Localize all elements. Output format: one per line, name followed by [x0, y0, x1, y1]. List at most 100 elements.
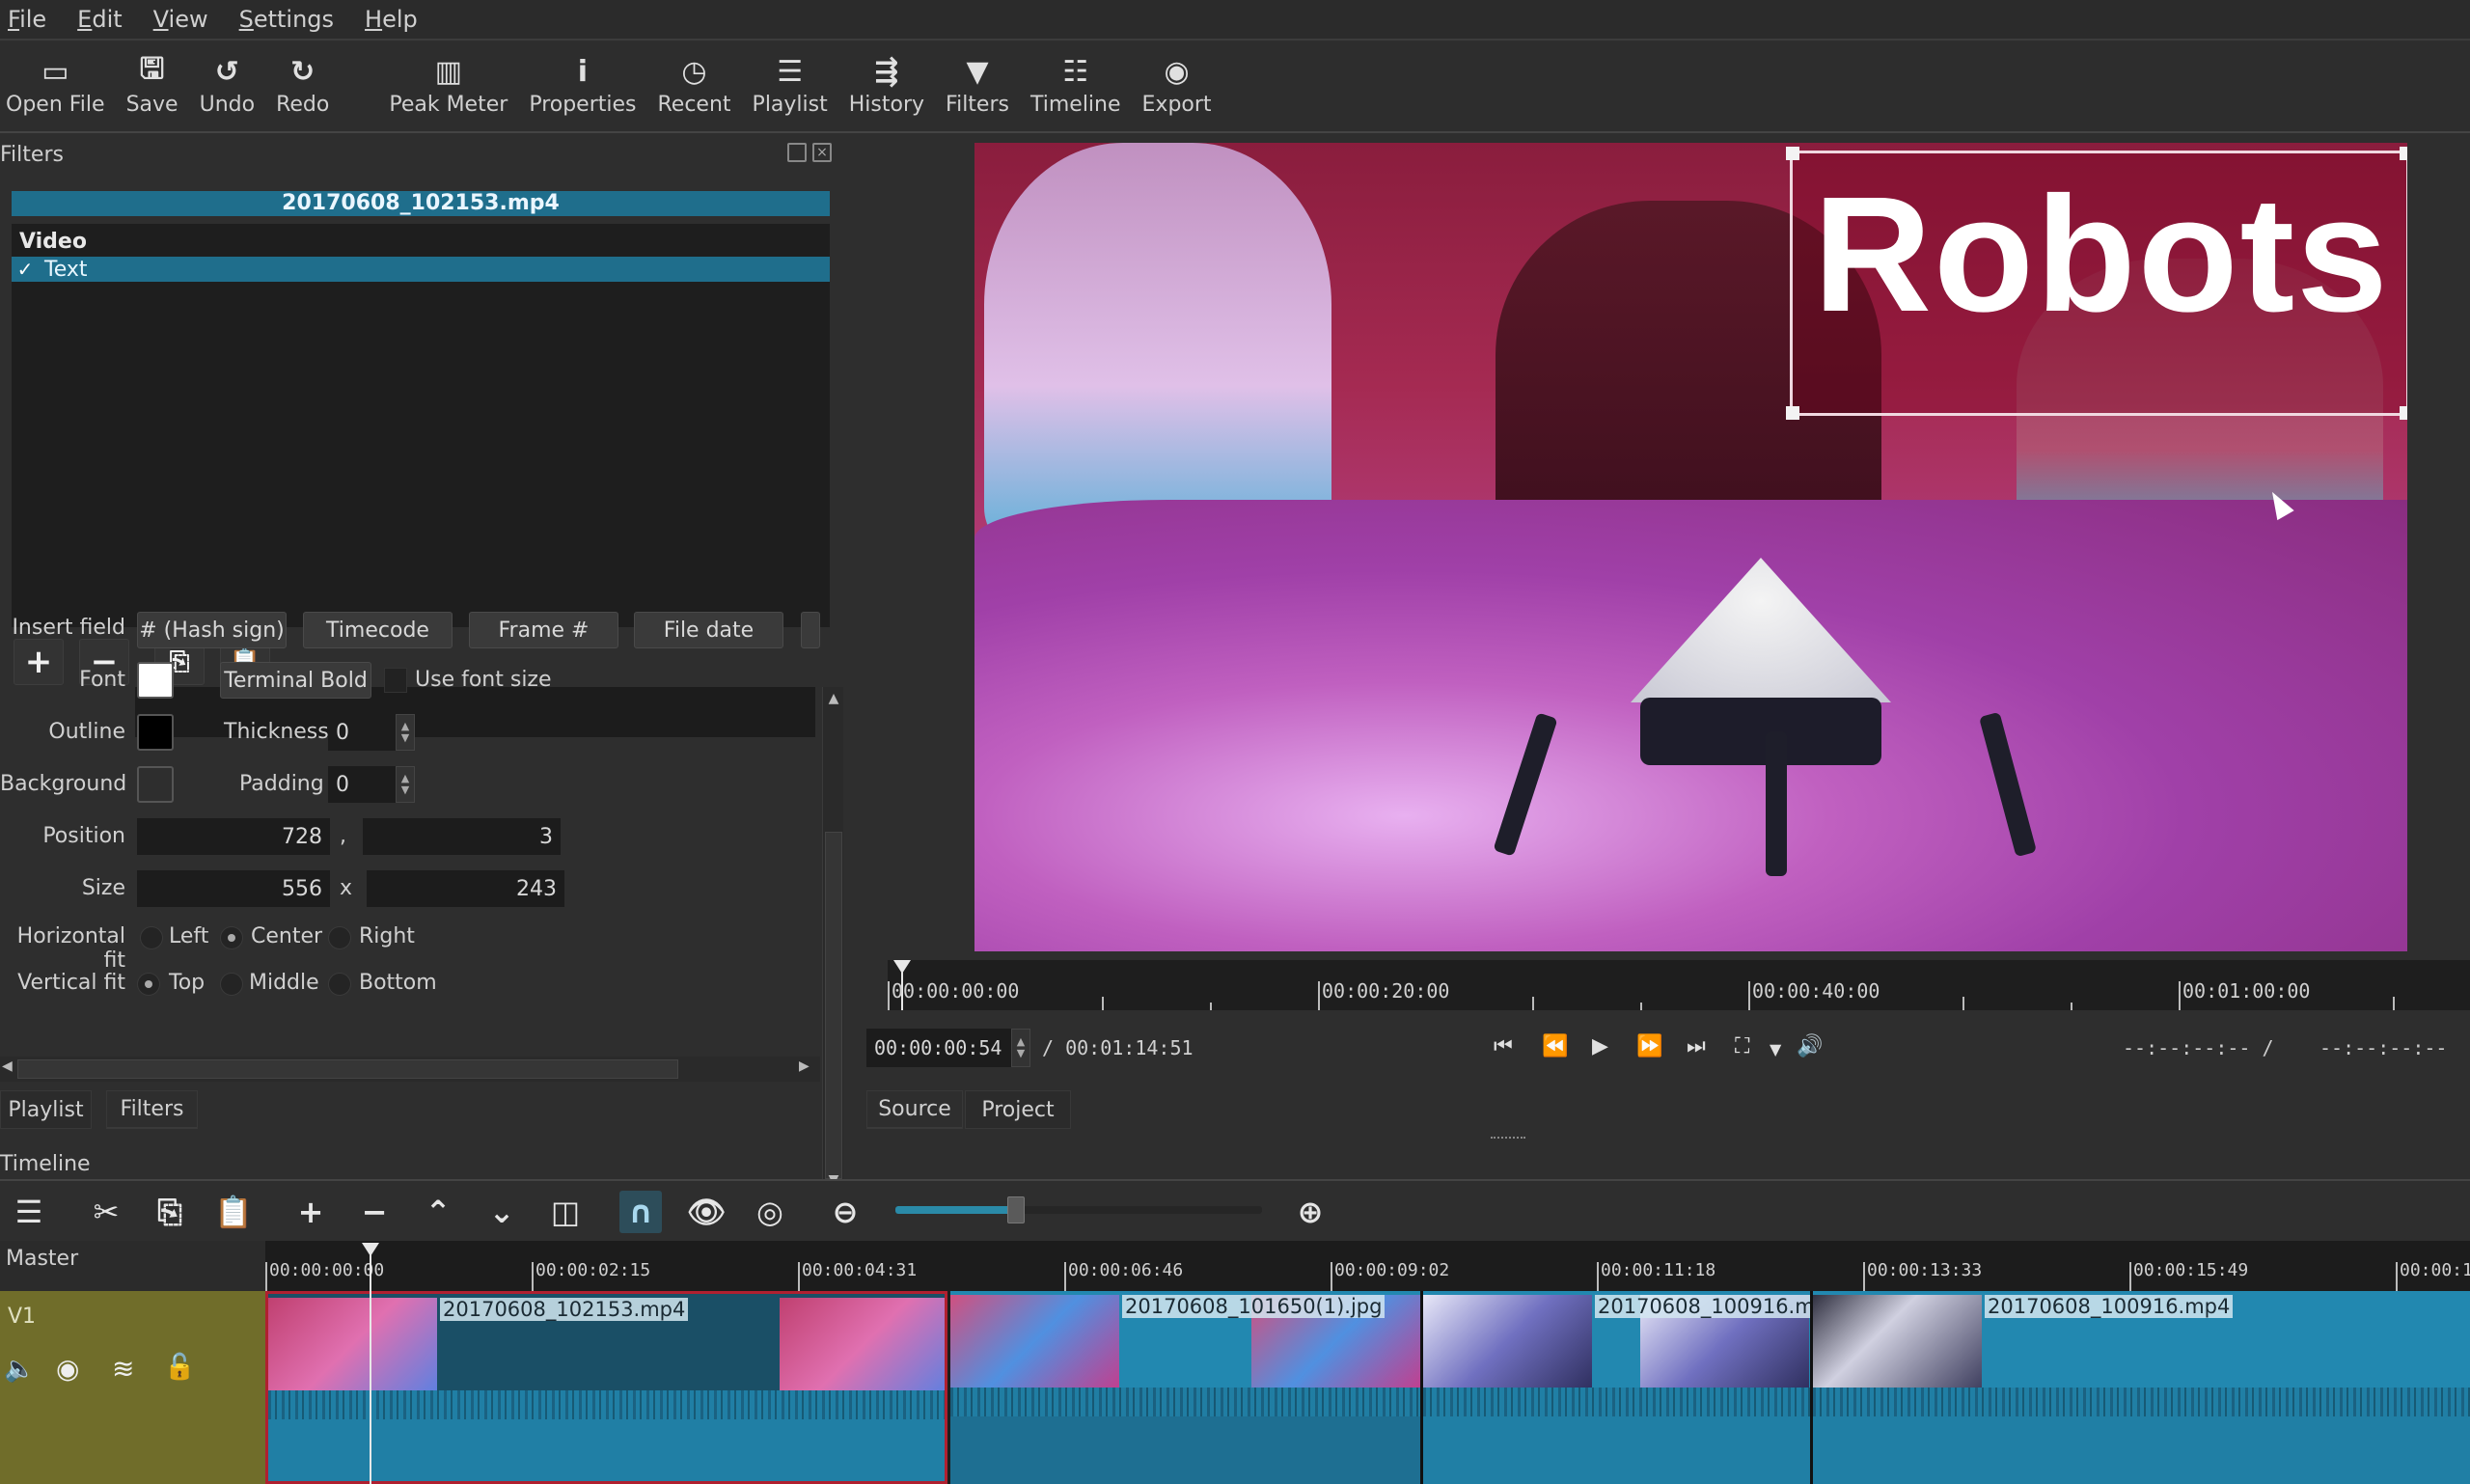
vfit-top-radio[interactable] — [137, 973, 160, 996]
timeline-clip[interactable]: 20170608_101650(1).jpg — [950, 1291, 1423, 1484]
font-color-swatch[interactable] — [137, 662, 174, 699]
properties-button[interactable]: i Properties — [529, 42, 636, 118]
filter-enabled-checkbox[interactable]: ✓ — [12, 258, 39, 281]
insert-frame-button[interactable]: Frame # — [469, 612, 618, 648]
hfit-center-radio[interactable] — [220, 926, 243, 949]
zoom-dropdown-icon[interactable]: ▼ — [1770, 1040, 1781, 1058]
font-select-button[interactable]: Terminal Bold — [220, 662, 371, 699]
menu-view[interactable]: View — [153, 6, 208, 33]
position-y-input[interactable]: 3 — [363, 818, 561, 855]
insert-more-button[interactable] — [801, 612, 820, 648]
split-at-playhead-icon[interactable]: ◫ — [544, 1191, 587, 1233]
export-button[interactable]: ◉ Export — [1142, 42, 1212, 118]
open-file-button[interactable]: ▭ Open File — [6, 42, 105, 118]
lock-icon[interactable]: 🔓 — [164, 1353, 195, 1382]
vfit-middle-radio[interactable] — [220, 973, 243, 996]
timeline-menu-icon[interactable]: ☰ — [8, 1191, 50, 1233]
playlist-button[interactable]: ☰ Playlist — [753, 42, 828, 118]
hfit-left-radio[interactable] — [140, 926, 163, 949]
timeline-playhead[interactable] — [370, 1245, 371, 1484]
thickness-input[interactable]: 0 — [328, 714, 396, 751]
hide-track-icon[interactable]: ◉ — [56, 1353, 79, 1385]
hscroll-thumb[interactable] — [17, 1059, 678, 1079]
zoom-fit-icon[interactable]: ⛶ — [1735, 1034, 1749, 1058]
scrollbar-thumb[interactable] — [825, 832, 842, 1179]
menu-help[interactable]: Help — [365, 6, 418, 33]
viewer-scrubber[interactable]: 00:00:00:00 00:00:20:00 00:00:40:00 00:0… — [888, 960, 2470, 1010]
timeline-ruler[interactable]: 00:00:00:00 00:00:02:15 00:00:04:31 00:0… — [265, 1241, 2470, 1291]
timeline-clip[interactable]: 20170608_100916.mp4 — [1813, 1291, 2470, 1484]
lift-icon[interactable]: ⌃ — [417, 1191, 459, 1233]
current-timecode-input[interactable]: 00:00:00:54 — [866, 1029, 1011, 1067]
padding-input[interactable]: 0 — [328, 766, 396, 803]
save-button[interactable]: 🖫 Save — [126, 42, 178, 118]
play-icon[interactable]: ▶ — [1592, 1034, 1608, 1058]
resize-handle[interactable] — [1786, 406, 1799, 420]
properties-vertical-scrollbar[interactable]: ▲ ▼ — [822, 687, 843, 1194]
scroll-up-icon[interactable]: ▲ — [825, 691, 842, 708]
snap-icon[interactable]: ∩ — [619, 1191, 662, 1233]
fast-forward-icon[interactable]: ⏩ — [1636, 1034, 1662, 1058]
ripple-icon[interactable]: ◎ — [749, 1191, 791, 1233]
scroll-left-icon[interactable]: ◀ — [2, 1058, 13, 1074]
volume-icon[interactable]: 🔊 — [1797, 1034, 1823, 1058]
tab-project[interactable]: Project — [965, 1090, 1071, 1129]
resize-handle[interactable] — [2400, 406, 2407, 420]
position-x-input[interactable]: 728 — [137, 818, 330, 855]
recent-button[interactable]: ◷ Recent — [658, 42, 731, 118]
hfit-right-radio[interactable] — [328, 926, 351, 949]
skip-to-start-icon[interactable]: ⏮ — [1494, 1034, 1513, 1058]
insert-file-date-button[interactable]: File date — [634, 612, 783, 648]
tab-source[interactable]: Source — [866, 1090, 963, 1129]
skip-to-end-icon[interactable]: ⏭ — [1687, 1034, 1706, 1058]
undo-button[interactable]: ↺ Undo — [200, 42, 255, 118]
scroll-right-icon[interactable]: ▶ — [799, 1058, 810, 1074]
zoom-out-icon[interactable]: ⊖ — [824, 1191, 866, 1233]
timecode-spinner[interactable]: ▲ ▼ — [1011, 1029, 1030, 1067]
video-preview[interactable]: Robots — [974, 143, 2407, 951]
cut-icon[interactable]: ✂ — [85, 1191, 127, 1233]
use-font-size-checkbox[interactable] — [384, 668, 407, 693]
timeline-clip[interactable]: 20170608_100916.mp4 — [1423, 1291, 1813, 1484]
paste-icon[interactable]: 📋 — [212, 1191, 255, 1233]
zoom-slider-knob[interactable] — [1007, 1196, 1026, 1223]
menu-settings[interactable]: Settings — [239, 6, 334, 33]
close-panel-icon[interactable]: × — [812, 143, 832, 162]
splitter-handle[interactable] — [1491, 1137, 1525, 1140]
padding-spinner[interactable]: ▲ ▼ — [396, 766, 415, 803]
append-icon[interactable]: + — [289, 1191, 332, 1233]
timeline-button[interactable]: ☷ Timeline — [1030, 42, 1121, 118]
resize-handle[interactable] — [1786, 147, 1799, 160]
zoom-in-icon[interactable]: ⊕ — [1289, 1191, 1331, 1233]
properties-horizontal-scrollbar[interactable]: ◀ ▶ — [0, 1057, 820, 1082]
tab-filters[interactable]: Filters — [106, 1090, 198, 1129]
filter-item-text[interactable]: ✓ Text — [12, 257, 830, 282]
background-color-swatch[interactable] — [137, 766, 174, 803]
float-panel-icon[interactable] — [787, 143, 807, 162]
vfit-bottom-radio[interactable] — [328, 973, 351, 996]
scrub-while-dragging-icon[interactable]: 👁 — [685, 1191, 727, 1233]
tab-playlist[interactable]: Playlist — [0, 1090, 92, 1129]
thickness-spinner[interactable]: ▲ ▼ — [396, 714, 415, 751]
outline-color-swatch[interactable] — [137, 714, 174, 751]
size-width-input[interactable]: 556 — [137, 870, 330, 907]
mute-icon[interactable]: 🔈 — [4, 1355, 35, 1384]
filter-list[interactable]: Video ✓ Text — [12, 224, 830, 627]
resize-handle[interactable] — [2400, 147, 2407, 160]
timeline-zoom-slider[interactable] — [895, 1196, 1262, 1223]
copy-icon[interactable]: ⎘ — [149, 1191, 191, 1233]
menu-file[interactable]: File — [8, 6, 46, 33]
text-overlay-bounding-box[interactable]: Robots — [1786, 147, 2407, 420]
overwrite-icon[interactable]: ⌄ — [480, 1191, 523, 1233]
peak-meter-button[interactable]: ▥ Peak Meter — [389, 42, 508, 118]
insert-hash-button[interactable]: # (Hash sign) — [137, 612, 287, 648]
size-height-input[interactable]: 243 — [367, 870, 564, 907]
filters-button[interactable]: ▼ Filters — [946, 42, 1009, 118]
track-v1[interactable]: 20170608_102153.mp4 20170608_101650(1).j… — [265, 1291, 2470, 1484]
composite-icon[interactable]: ≋ — [112, 1353, 134, 1385]
menu-edit[interactable]: Edit — [77, 6, 122, 33]
track-header-v1[interactable]: V1 🔈 ◉ ≋ 🔓 — [0, 1291, 265, 1484]
ripple-delete-icon[interactable]: − — [353, 1191, 396, 1233]
insert-timecode-button[interactable]: Timecode — [303, 612, 453, 648]
redo-button[interactable]: ↻ Redo — [276, 42, 329, 118]
